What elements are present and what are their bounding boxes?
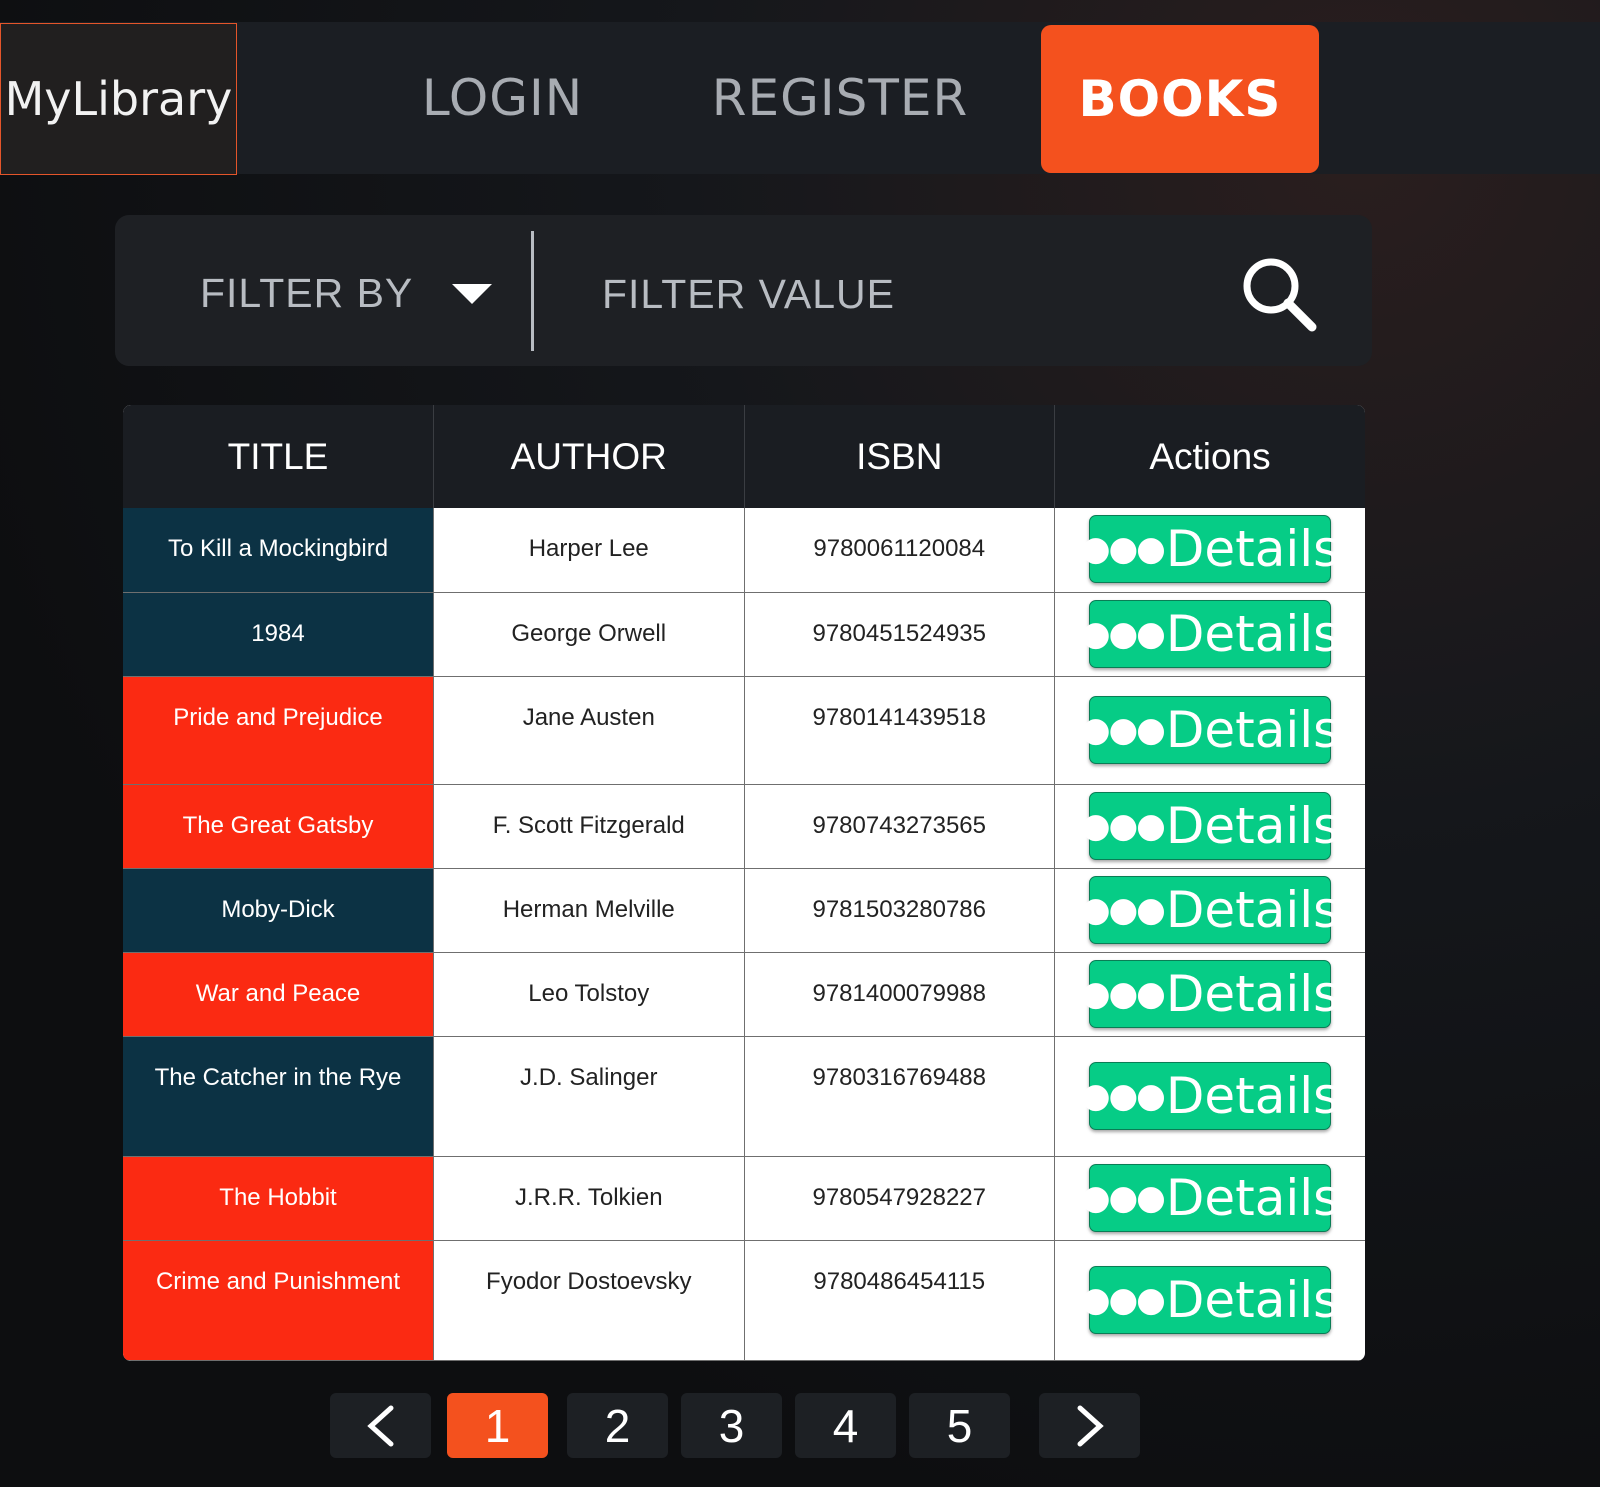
cell-title: The Hobbit bbox=[123, 1156, 434, 1241]
chevron-left-icon bbox=[366, 1405, 393, 1446]
header-isbn[interactable]: ISBN bbox=[744, 405, 1055, 508]
cell-title: The Catcher in the Rye bbox=[123, 1036, 434, 1157]
more-dots-icon: ●●● bbox=[1080, 805, 1166, 846]
cell-actions: ●●● Details bbox=[1054, 508, 1365, 593]
more-dots-icon: ●●● bbox=[1080, 889, 1166, 930]
filter-divider bbox=[531, 231, 534, 351]
cell-title: The Great Gatsby bbox=[123, 784, 434, 869]
cell-author: J.D. Salinger bbox=[433, 1036, 745, 1157]
page-button-3[interactable]: 3 bbox=[681, 1393, 782, 1458]
page-button-5[interactable]: 5 bbox=[909, 1393, 1010, 1458]
details-button[interactable]: ●●● Details bbox=[1081, 695, 1339, 764]
details-label: Details bbox=[1165, 964, 1340, 1023]
pagination-next-button[interactable] bbox=[1039, 1393, 1140, 1458]
chevron-down-icon[interactable] bbox=[452, 284, 492, 304]
search-icon bbox=[1243, 258, 1317, 332]
table-row: The Great Gatsby F. Scott Fitzgerald 97807… bbox=[123, 784, 1365, 869]
details-label: Details bbox=[1165, 1066, 1340, 1125]
cell-title: Pride and Prejudice bbox=[123, 676, 434, 785]
cell-author: Herman Melville bbox=[433, 868, 745, 953]
details-label: Details bbox=[1165, 796, 1340, 855]
cell-actions: ●●● Details bbox=[1054, 1156, 1365, 1241]
cell-isbn: 9781400079988 bbox=[744, 952, 1055, 1037]
cell-author: Harper Lee bbox=[433, 508, 745, 593]
details-label: Details bbox=[1165, 604, 1340, 663]
page-button-2[interactable]: 2 bbox=[567, 1393, 668, 1458]
chevron-right-icon bbox=[1077, 1405, 1104, 1446]
cell-isbn: 9780061120084 bbox=[744, 508, 1055, 593]
table-row: Crime and Punishment Fyodor Dostoevsky 978… bbox=[123, 1240, 1365, 1361]
table-row: 1984 George Orwell 9780451524935 ●●● Details bbox=[123, 592, 1365, 677]
cell-actions: ●●● Details bbox=[1054, 952, 1365, 1037]
nav-books[interactable]: BOOKS bbox=[1041, 25, 1319, 173]
more-dots-icon: ●●● bbox=[1080, 973, 1166, 1014]
cell-author: Leo Tolstoy bbox=[433, 952, 745, 1037]
more-dots-icon: ●●● bbox=[1080, 1279, 1166, 1320]
more-dots-icon: ●●● bbox=[1080, 529, 1166, 570]
cell-actions: ●●● Details bbox=[1054, 1036, 1365, 1157]
header-title[interactable]: TITLE bbox=[123, 405, 434, 508]
more-dots-icon: ●●● bbox=[1080, 613, 1166, 654]
details-button[interactable]: ●●● Details bbox=[1081, 599, 1339, 668]
details-label: Details bbox=[1165, 1270, 1340, 1329]
cell-actions: ●●● Details bbox=[1054, 1240, 1365, 1361]
books-table: TITLE AUTHOR ISBN Actions To Kill a Mock… bbox=[123, 405, 1365, 1361]
cell-title: Crime and Punishment bbox=[123, 1240, 434, 1361]
table-row: War and Peace Leo Tolstoy 9781400079988 ●●●… bbox=[123, 952, 1365, 1037]
details-button[interactable]: ●●● Details bbox=[1081, 1061, 1339, 1130]
table-row: To Kill a Mockingbird Harper Lee 978006112… bbox=[123, 508, 1365, 593]
table-row: The Hobbit J.R.R. Tolkien 9780547928227 ●●●… bbox=[123, 1156, 1365, 1241]
header-author[interactable]: AUTHOR bbox=[433, 405, 745, 508]
more-dots-icon: ●●● bbox=[1080, 709, 1166, 750]
cell-actions: ●●● Details bbox=[1054, 784, 1365, 869]
details-button[interactable]: ●●● Details bbox=[1081, 791, 1339, 860]
table-row: Pride and Prejudice Jane Austen 9780141439… bbox=[123, 676, 1365, 785]
pagination-prev-button[interactable] bbox=[330, 1393, 431, 1458]
table-row: The Catcher in the Rye J.D. Salinger 97803… bbox=[123, 1036, 1365, 1157]
details-button[interactable]: ●●● Details bbox=[1081, 1265, 1339, 1334]
details-label: Details bbox=[1165, 880, 1340, 939]
details-label: Details bbox=[1165, 520, 1340, 579]
details-label: Details bbox=[1165, 700, 1340, 759]
page-button-4[interactable]: 4 bbox=[795, 1393, 896, 1458]
cell-isbn: 9780486454115 bbox=[744, 1240, 1055, 1361]
nav-login[interactable]: LOGIN bbox=[400, 23, 605, 173]
cell-actions: ●●● Details bbox=[1054, 676, 1365, 785]
cell-title: 1984 bbox=[123, 592, 434, 677]
cell-actions: ●●● Details bbox=[1054, 868, 1365, 953]
cell-author: J.R.R. Tolkien bbox=[433, 1156, 745, 1241]
cell-author: F. Scott Fitzgerald bbox=[433, 784, 745, 869]
header-actions: Actions bbox=[1054, 405, 1365, 508]
filter-value-input[interactable] bbox=[600, 258, 1204, 330]
filter-by-dropdown[interactable]: FILTER BY bbox=[200, 258, 413, 328]
cell-isbn: 9780141439518 bbox=[744, 676, 1055, 785]
cell-isbn: 9780316769488 bbox=[744, 1036, 1055, 1157]
search-button[interactable] bbox=[1240, 255, 1320, 335]
cell-isbn: 9780451524935 bbox=[744, 592, 1055, 677]
cell-title: To Kill a Mockingbird bbox=[123, 508, 434, 593]
details-button[interactable]: ●●● Details bbox=[1081, 959, 1339, 1028]
details-label: Details bbox=[1165, 1168, 1340, 1227]
cell-author: Fyodor Dostoevsky bbox=[433, 1240, 745, 1361]
details-button[interactable]: ●●● Details bbox=[1081, 875, 1339, 944]
table-header-row: TITLE AUTHOR ISBN Actions bbox=[123, 405, 1365, 508]
nav-register[interactable]: REGISTER bbox=[705, 23, 975, 173]
details-button[interactable]: ●●● Details bbox=[1081, 515, 1339, 584]
cell-author: Jane Austen bbox=[433, 676, 745, 785]
cell-title: War and Peace bbox=[123, 952, 434, 1037]
more-dots-icon: ●●● bbox=[1080, 1075, 1166, 1116]
brand-logo[interactable]: MyLibrary bbox=[0, 23, 237, 175]
cell-isbn: 9780743273565 bbox=[744, 784, 1055, 869]
details-button[interactable]: ●●● Details bbox=[1081, 1163, 1339, 1232]
page-button-1[interactable]: 1 bbox=[447, 1393, 548, 1458]
cell-author: George Orwell bbox=[433, 592, 745, 677]
cell-isbn: 9780547928227 bbox=[744, 1156, 1055, 1241]
more-dots-icon: ●●● bbox=[1080, 1177, 1166, 1218]
cell-isbn: 9781503280786 bbox=[744, 868, 1055, 953]
table-row: Moby-Dick Herman Melville 9781503280786 ●●●… bbox=[123, 868, 1365, 953]
cell-title: Moby-Dick bbox=[123, 868, 434, 953]
cell-actions: ●●● Details bbox=[1054, 592, 1365, 677]
